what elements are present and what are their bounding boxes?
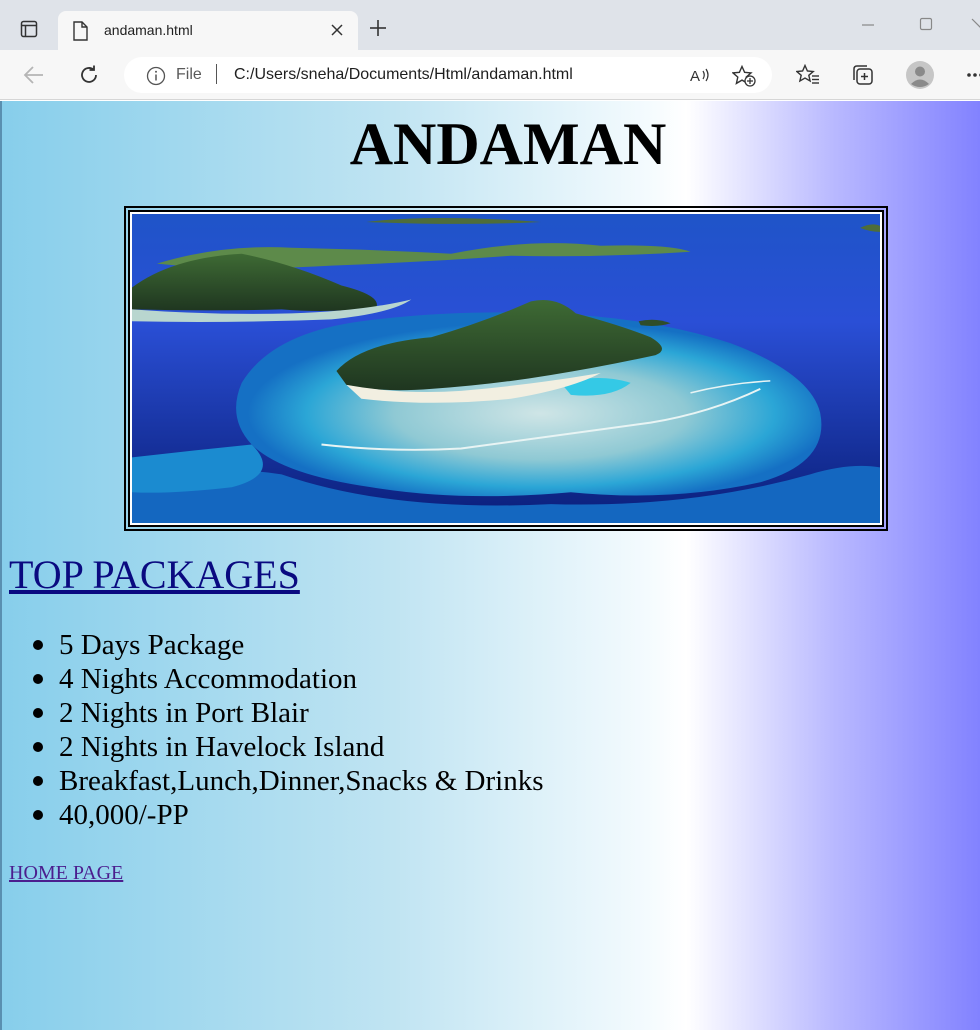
active-tab[interactable]: andaman.html [58,11,358,50]
window-close-icon[interactable] [970,16,980,32]
address-scheme-label: File [176,66,202,83]
package-item: 5 Days Package [32,628,543,662]
read-aloud-icon[interactable]: A [689,65,711,85]
package-item: 2 Nights in Port Blair [32,696,543,730]
profile-button[interactable] [905,60,935,90]
new-tab-icon[interactable] [368,18,388,38]
address-separator [216,64,217,84]
package-list: 5 Days Package 4 Nights Accommodation 2 … [32,628,544,832]
address-url[interactable]: C:/Users/sneha/Documents/Html/andaman.ht… [234,66,573,84]
refresh-icon [81,65,97,83]
package-item: 40,000/-PP [32,798,543,832]
file-icon [73,21,88,41]
island-illustration [132,214,880,523]
package-item: 2 Nights in Havelock Island [32,730,543,764]
collections-icon [853,65,873,85]
package-item: Breakfast,Lunch,Dinner,Snacks & Drinks [32,765,544,797]
minimize-icon[interactable] [860,16,876,32]
add-favorite-icon[interactable] [732,65,756,87]
page-viewport: ANDAMAN TOP PACKAGES 5 Days Package 4 Ni… [0,101,980,1030]
tab-strip: andaman.html [0,0,980,50]
page-title: ANDAMAN [349,111,667,177]
tab-actions-icon [20,20,38,38]
refresh-button[interactable] [76,62,102,88]
favorites-icon [796,64,819,84]
avatar-icon [906,61,934,89]
top-packages-link[interactable]: TOP PACKAGES [9,551,300,599]
tab-actions-button[interactable] [14,14,44,44]
more-button[interactable] [962,62,980,88]
back-arrow-icon [23,66,43,84]
close-tab-icon[interactable] [330,23,344,37]
maximize-icon[interactable] [918,16,934,32]
collections-button[interactable] [850,62,876,88]
info-icon[interactable] [146,66,166,86]
package-item: 4 Nights Accommodation [32,662,543,696]
address-bar[interactable]: File C:/Users/sneha/Documents/Html/andam… [124,57,772,93]
favorites-button[interactable] [795,62,821,88]
browser-toolbar: File C:/Users/sneha/Documents/Html/andam… [0,50,980,100]
home-page-link[interactable]: HOME PAGE [9,862,123,885]
tab-title: andaman.html [104,22,193,38]
back-button[interactable] [21,62,47,88]
more-icon [967,73,980,77]
island-photo [124,206,888,531]
svg-text:A: A [690,68,700,85]
